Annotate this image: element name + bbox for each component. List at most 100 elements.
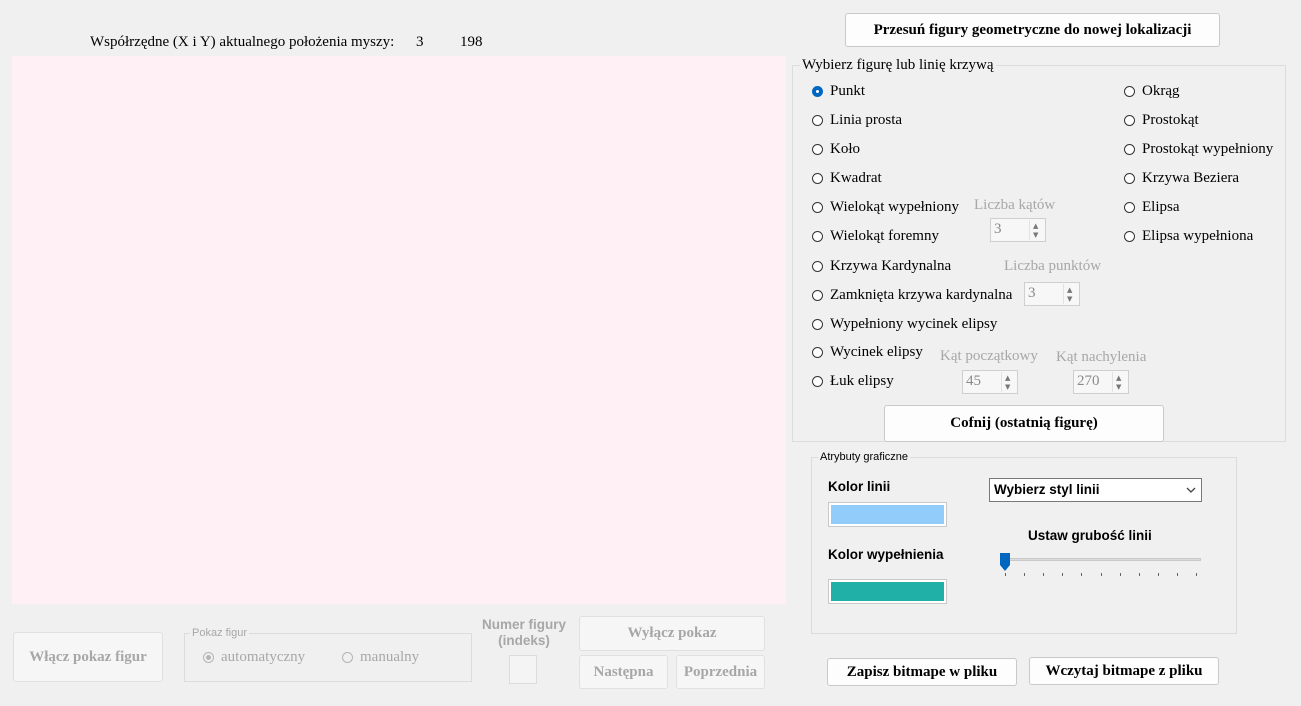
radio-circle [1124,144,1135,155]
radio-option-label: Punkt [830,83,866,99]
radio-option-label: Wielokąt wypełniony [830,199,959,215]
radio-option[interactable]: Prostokąt wypełniony [1124,141,1273,158]
stop-slideshow-button[interactable]: Wyłącz pokaz [579,616,765,651]
load-bitmap-button[interactable]: Wczytaj bitmape z pliku [1029,657,1219,685]
angles-count-label: Liczba kątów [974,197,1056,213]
radio-option-label: Koło [830,141,860,157]
figure-index-label: Numer figury (indeks) [476,617,572,649]
sweep-angle-label: Kąt nachylenia [1056,349,1147,365]
radio-option[interactable]: Łuk elipsy [812,373,894,390]
spin-up-icon[interactable]: ▲ [1005,374,1010,382]
radio-option[interactable]: Linia prosta [812,112,902,129]
radio-circle [1124,202,1135,213]
spin-down-icon[interactable]: ▼ [1116,383,1121,391]
radio-option[interactable]: Prostokąt [1124,112,1199,129]
radio-circle [812,347,823,358]
slider-tick [1196,573,1197,576]
radio-option-label: Łuk elipsy [830,373,894,389]
radio-option[interactable]: Kwadrat [812,170,882,187]
move-figures-button[interactable]: Przesuń figury geometryczne do nowej lok… [845,13,1220,47]
fill-color-label: Kolor wypełnienia [828,547,944,562]
figure-index-input[interactable] [509,655,537,684]
radio-option[interactable]: Elipsa wypełniona [1124,228,1253,245]
radio-circle [1124,231,1135,242]
radio-option[interactable]: Wypełniony wycinek elipsy [812,316,997,333]
radio-option[interactable]: Wycinek elipsy [812,344,923,361]
radio-circle [1124,115,1135,126]
radio-option[interactable]: Krzywa Kardynalna [812,258,951,275]
radio-manual-mode-circle [342,652,353,663]
radio-option-label: Prostokąt [1142,112,1199,128]
points-count-label: Liczba punktów [1004,258,1102,274]
radio-circle [812,202,823,213]
slider-tick [1062,573,1064,576]
mouse-x-value: 3 [416,34,424,50]
drawing-canvas[interactable] [12,56,786,604]
radio-auto-mode[interactable]: automatyczny [203,649,305,666]
save-bitmap-button[interactable]: Zapisz bitmape w pliku [827,658,1017,686]
points-count-value: 3 [1028,285,1036,301]
radio-option-label: Okrąg [1142,83,1180,99]
spin-down-icon[interactable]: ▼ [1033,231,1038,239]
radio-option[interactable]: Koło [812,141,860,158]
radio-option-label: Wypełniony wycinek elipsy [830,316,998,332]
next-figure-button[interactable]: Następna [579,655,668,689]
spin-up-icon[interactable]: ▲ [1116,374,1121,382]
figure-index-label-line2: (indeks) [498,633,550,648]
radio-option-label: Elipsa wypełniona [1142,228,1254,244]
slider-tick [1024,573,1026,576]
undo-last-figure-button[interactable]: Cofnij (ostatnią figurę) [884,405,1164,442]
mouse-coords-label: Współrzędne (X i Y) aktualnego położenia… [90,34,395,50]
radio-option-label: Wycinek elipsy [830,344,923,360]
radio-option[interactable]: Wielokąt foremny [812,228,939,245]
points-count-spinner[interactable]: 3 ▲ ▼ [1024,282,1080,306]
line-style-select[interactable]: Wybierz styl linii [989,478,1202,502]
sweep-angle-spinner[interactable]: 270 ▲ ▼ [1073,370,1129,394]
figure-index-label-line1: Numer figury [481,617,566,632]
spin-up-icon[interactable]: ▲ [1033,222,1038,230]
radio-circle [812,290,823,301]
chevron-down-icon [1186,487,1196,493]
radio-circle [812,173,823,184]
radio-circle [812,231,823,242]
spin-down-icon[interactable]: ▼ [1067,295,1072,303]
radio-manual-mode[interactable]: manualny [342,649,419,666]
start-angle-label: Kąt początkowy [940,348,1038,364]
slider-tick [1157,573,1159,576]
radio-auto-mode-circle [203,652,214,663]
radio-option-label: Kwadrat [830,170,882,186]
radio-option[interactable]: Wielokąt wypełniony [812,199,959,216]
radio-circle [1124,86,1135,97]
radio-circle [812,115,823,126]
line-style-select-value: Wybierz styl linii [994,482,1100,497]
line-color-swatch[interactable] [828,502,947,527]
start-angle-value: 45 [966,373,981,389]
radio-option-label: Krzywa Beziera [1142,170,1240,186]
radio-option[interactable]: Okrąg [1124,83,1180,100]
angles-count-spinner[interactable]: 3 ▲ ▼ [990,218,1046,242]
radio-option[interactable]: Punkt [812,83,865,100]
radio-option[interactable]: Krzywa Beziera [1124,170,1239,187]
line-width-slider-track[interactable] [1000,558,1201,561]
previous-figure-button[interactable]: Poprzednia [676,655,765,689]
line-width-label: Ustaw grubość linii [1028,528,1152,543]
radio-option-label: Zamknięta krzywa kardynalna [830,287,1013,303]
radio-circle [812,144,823,155]
spin-up-icon[interactable]: ▲ [1067,286,1072,294]
start-slideshow-button[interactable]: Włącz pokaz figur [13,632,163,682]
sweep-angle-value: 270 [1077,373,1100,389]
fill-color-swatch[interactable] [828,579,947,604]
spin-down-icon[interactable]: ▼ [1005,383,1010,391]
line-color-label: Kolor linii [828,479,891,494]
radio-circle [812,86,823,97]
line-width-slider-thumb[interactable] [999,552,1011,572]
mouse-y-value: 198 [460,34,483,50]
slider-tick [1100,573,1102,576]
start-angle-spinner[interactable]: 45 ▲ ▼ [962,370,1018,394]
radio-circle [812,261,823,272]
radio-option[interactable]: Elipsa [1124,199,1180,216]
radio-option[interactable]: Zamknięta krzywa kardynalna [812,287,1012,304]
slider-tick [1081,573,1083,576]
slideshow-mode-title: Pokaz figur [190,627,250,639]
radio-option-label: Elipsa [1142,199,1180,215]
